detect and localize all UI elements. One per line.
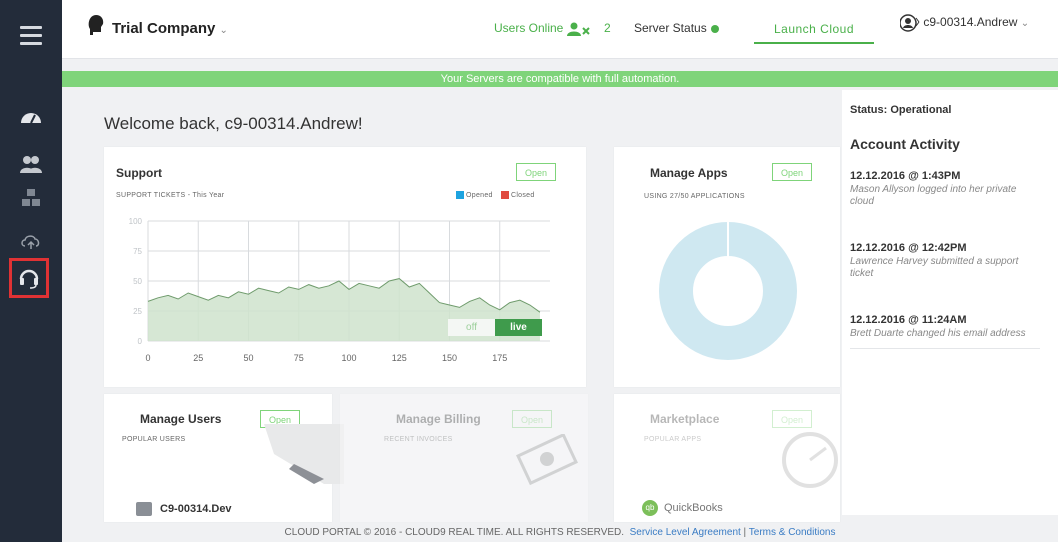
x-tick-label: 100 <box>341 353 356 363</box>
legend-opened-label: Opened <box>466 191 493 199</box>
x-tick-label: 150 <box>442 353 457 363</box>
server-status-label: Server Status <box>634 21 707 35</box>
footer-separator: | <box>740 527 749 538</box>
popular-app-name: QuickBooks <box>664 501 723 514</box>
y-tick-label: 100 <box>129 217 143 226</box>
user-avatar-icon <box>899 14 920 32</box>
manage-users-subtitle: POPULAR USERS <box>122 436 186 443</box>
username-label: c9-00314.Andrew <box>923 15 1018 30</box>
manage-apps-open-button[interactable]: Open <box>772 163 812 181</box>
popular-app-row[interactable]: qb QuickBooks <box>642 500 723 516</box>
users-illustration-icon <box>264 424 344 484</box>
x-tick-label: 75 <box>294 353 304 363</box>
apps-icon[interactable] <box>16 186 46 210</box>
quickbooks-icon: qb <box>642 500 658 516</box>
user-avatar <box>136 502 152 516</box>
cloud-icon[interactable] <box>16 230 46 254</box>
activity-description: Lawrence Harvey submitted a support tick… <box>850 256 1019 279</box>
users-online-label: Users Online <box>494 21 564 35</box>
company-selector[interactable]: Trial Company ⌄ <box>112 20 228 37</box>
marketplace-subtitle: POPULAR APPS <box>644 436 702 443</box>
x-tick-label: 125 <box>392 353 407 363</box>
users-online-count: 2 <box>604 21 611 35</box>
activity-date: 12.12.2016 @ 1:43PM <box>850 170 961 182</box>
menu-icon[interactable] <box>20 26 42 50</box>
y-tick-label: 0 <box>138 337 143 346</box>
status-dot-icon <box>710 24 719 33</box>
apps-usage-donut <box>659 221 797 360</box>
money-icon <box>516 434 578 486</box>
manage-billing-card: Manage Billing Open RECENT INVOICES <box>340 394 588 522</box>
manage-apps-subtitle: USING 27/50 APPLICATIONS <box>644 193 745 200</box>
activity-date: 12.12.2016 @ 12:42PM <box>850 242 967 254</box>
activity-date: 12.12.2016 @ 11:24AM <box>850 314 967 326</box>
manage-apps-card: Manage Apps Open USING 27/50 APPLICATION… <box>614 147 840 387</box>
footer: CLOUD PORTAL © 2016 - CLOUD9 REAL TIME. … <box>62 523 1058 542</box>
legend-opened-swatch <box>456 191 464 199</box>
users-online: Users Online <box>494 21 591 36</box>
activity-description: Brett Duarte changed his email address <box>850 328 1026 339</box>
x-tick-label: 0 <box>145 353 150 363</box>
manage-billing-title: Manage Billing <box>396 412 481 426</box>
marketplace-title: Marketplace <box>650 412 720 426</box>
dashboard-icon[interactable] <box>16 104 46 128</box>
support-subtitle: SUPPORT TICKETS - This Year <box>116 192 225 199</box>
server-status: Server Status <box>634 21 719 35</box>
popular-user-name: C9-00314.Dev <box>160 502 232 515</box>
activity-description: Mason Allyson logged into her private cl… <box>850 184 1017 207</box>
x-tick-label: 25 <box>193 353 203 363</box>
y-tick-label: 25 <box>133 307 142 316</box>
manage-users-card: Manage Users Open POPULAR USERS C9-00314… <box>104 394 344 522</box>
terms-link[interactable]: Terms & Conditions <box>749 527 836 538</box>
status-label: Status: Operational <box>850 104 952 116</box>
x-tick-label: 50 <box>243 353 253 363</box>
support-open-button[interactable]: Open <box>516 163 556 181</box>
legend-closed-swatch <box>500 191 509 199</box>
support-icon[interactable] <box>9 258 49 298</box>
x-tick-label: 175 <box>492 353 507 363</box>
sla-link[interactable]: Service Level Agreement <box>630 527 741 538</box>
account-activity-heading: Account Activity <box>850 136 960 152</box>
automation-banner: Your Servers are compatible with full au… <box>62 71 1058 87</box>
marketplace-open-button[interactable]: Open <box>772 410 812 428</box>
y-tick-label: 75 <box>133 247 142 256</box>
popular-user-row[interactable]: C9-00314.Dev <box>136 502 232 516</box>
manage-billing-open-button[interactable]: Open <box>512 410 552 428</box>
speedometer-icon <box>782 432 838 488</box>
marketplace-card: Marketplace Open POPULAR APPS qb QuickBoo… <box>614 394 840 522</box>
manage-users-title: Manage Users <box>140 412 222 426</box>
live-toggle[interactable]: off live <box>448 319 542 336</box>
activity-item: 12.12.2016 @ 11:24AM Brett Duarte change… <box>850 314 1040 349</box>
launch-cloud-button[interactable]: Launch Cloud <box>754 16 874 44</box>
y-tick-label: 50 <box>133 277 142 286</box>
user-menu[interactable]: c9-00314.Andrew ⌄ <box>899 14 1030 32</box>
account-activity-panel: Status: Operational Account Activity 12.… <box>842 90 1058 515</box>
support-chart: 0 25 50 75 100 0 25 50 75 100 125 150 175 <box>129 217 550 363</box>
welcome-heading: Welcome back, c9-00314.Andrew! <box>104 114 363 133</box>
sidebar <box>0 0 62 542</box>
users-icon[interactable] <box>16 152 46 176</box>
users-online-icon <box>566 22 590 36</box>
manage-billing-subtitle: RECENT INVOICES <box>384 436 453 443</box>
chart-legend: Opened Closed <box>456 191 535 199</box>
activity-item: 12.12.2016 @ 12:42PM Lawrence Harvey sub… <box>850 242 1040 280</box>
manage-apps-title: Manage Apps <box>650 166 728 180</box>
support-card: Support Open SUPPORT TICKETS - This Year… <box>104 147 586 387</box>
chevron-down-icon: ⌄ <box>219 25 228 36</box>
activity-item: 12.12.2016 @ 1:43PM Mason Allyson logged… <box>850 170 1040 208</box>
top-bar: Trial Company ⌄ Users Online 2 Server St… <box>62 0 1058 59</box>
toggle-live[interactable]: live <box>495 319 542 336</box>
legend-closed-label: Closed <box>510 191 535 199</box>
footer-copyright: CLOUD PORTAL © 2016 - CLOUD9 REAL TIME. … <box>284 527 625 538</box>
company-logo-icon <box>88 15 104 35</box>
toggle-off[interactable]: off <box>448 319 495 336</box>
support-title: Support <box>116 166 162 180</box>
company-name: Trial Company <box>112 20 216 37</box>
chevron-down-icon: ⌄ <box>1020 18 1030 30</box>
